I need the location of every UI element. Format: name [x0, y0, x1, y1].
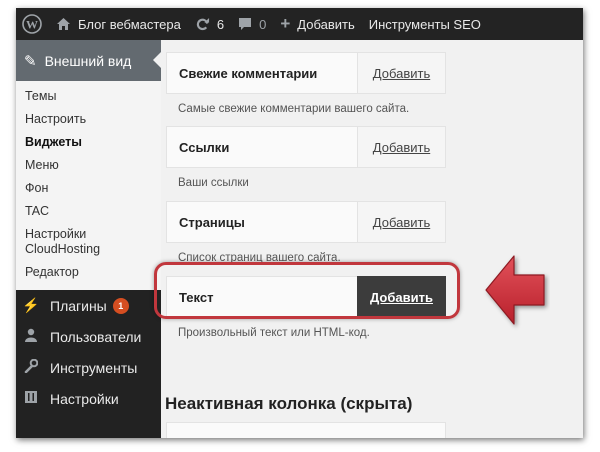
svg-text:W: W — [26, 18, 38, 32]
comment-icon — [239, 18, 252, 30]
seo-tools-link[interactable]: Инструменты SEO — [362, 8, 488, 40]
user-icon — [22, 328, 40, 345]
plug-icon: ⚡ — [22, 297, 40, 313]
widget-description: Самые свежие комментарии вашего сайта. — [178, 103, 410, 115]
submenu-item-themes[interactable]: Темы — [16, 85, 161, 108]
updates-icon — [196, 17, 209, 30]
menu-users[interactable]: Пользователи — [16, 321, 161, 352]
updates-count: 6 — [216, 16, 225, 32]
widget-title: Ссылки — [179, 140, 230, 155]
comments-link[interactable]: 0 — [231, 8, 273, 40]
widget-description: Произвольный текст или HTML-код. — [178, 327, 370, 339]
comments-count: 0 — [259, 16, 267, 32]
site-name-label: Блог вебмастера — [78, 16, 181, 32]
wordpress-logo-button[interactable]: W — [16, 8, 49, 40]
add-widget-button[interactable]: Добавить — [357, 52, 446, 94]
inactive-sidebar-title: Неактивная колонка (скрыта) — [165, 394, 413, 413]
appearance-submenu: Темы Настроить Виджеты Меню Фон TAC Наст… — [16, 81, 161, 290]
menu-appearance-label: Внешний вид — [44, 52, 132, 69]
menu-appearance[interactable]: ✎ Внешний вид — [16, 40, 161, 81]
site-name-link[interactable]: Блог вебмастера — [49, 8, 188, 40]
add-widget-button[interactable]: Добавить — [357, 201, 446, 243]
menu-users-label: Пользователи — [50, 328, 142, 345]
widget-pages[interactable]: Страницы Добавить — [166, 201, 446, 243]
admin-sidebar: ✎ Внешний вид Темы Настроить Виджеты Мен… — [16, 40, 161, 438]
menu-settings-label: Настройки — [50, 390, 119, 407]
menu-tools[interactable]: Инструменты — [16, 352, 161, 383]
submenu-item-background[interactable]: Фон — [16, 177, 161, 200]
new-content-link[interactable]: + Добавить — [273, 8, 361, 40]
widget-description: Ваши ссылки — [178, 177, 249, 189]
plus-icon: + — [280, 14, 291, 33]
menu-settings[interactable]: Настройки — [16, 383, 161, 414]
menu-plugins-label: Плагины — [50, 297, 107, 314]
wordpress-icon: W — [22, 14, 42, 34]
widget-recent-comments[interactable]: Свежие комментарии Добавить — [166, 52, 446, 94]
home-icon — [57, 18, 70, 30]
updates-link[interactable]: 6 — [188, 8, 231, 40]
inactive-widget-area — [166, 422, 446, 438]
submenu-item-widgets[interactable]: Виджеты — [16, 131, 161, 154]
seo-tools-label: Инструменты SEO — [368, 16, 481, 32]
menu-tools-label: Инструменты — [50, 359, 138, 376]
submenu-item-cloudhosting[interactable]: Настройки CloudHosting — [16, 223, 126, 261]
paintbrush-icon: ✎ — [24, 52, 37, 70]
widget-title: Страницы — [179, 215, 245, 230]
submenu-item-editor[interactable]: Редактор — [16, 261, 161, 284]
pointer-arrow-icon — [485, 255, 545, 325]
new-content-label: Добавить — [297, 16, 355, 32]
submenu-item-customize[interactable]: Настроить — [16, 108, 161, 131]
submenu-item-menus[interactable]: Меню — [16, 154, 161, 177]
settings-sliders-icon — [22, 390, 40, 407]
widget-title: Свежие комментарии — [179, 66, 318, 81]
plugins-update-badge: 1 — [112, 297, 129, 314]
wrench-icon — [22, 358, 40, 376]
widget-links[interactable]: Ссылки Добавить — [166, 126, 446, 168]
submenu-item-tac[interactable]: TAC — [16, 200, 161, 223]
screenshot-frame: W Блог вебмастера 6 0 + Добавить Инструм… — [16, 8, 583, 438]
admin-bar: W Блог вебмастера 6 0 + Добавить Инструм… — [16, 8, 583, 40]
add-widget-button[interactable]: Добавить — [357, 126, 446, 168]
highlight-box — [154, 262, 460, 319]
menu-plugins[interactable]: ⚡ Плагины 1 — [16, 290, 161, 321]
